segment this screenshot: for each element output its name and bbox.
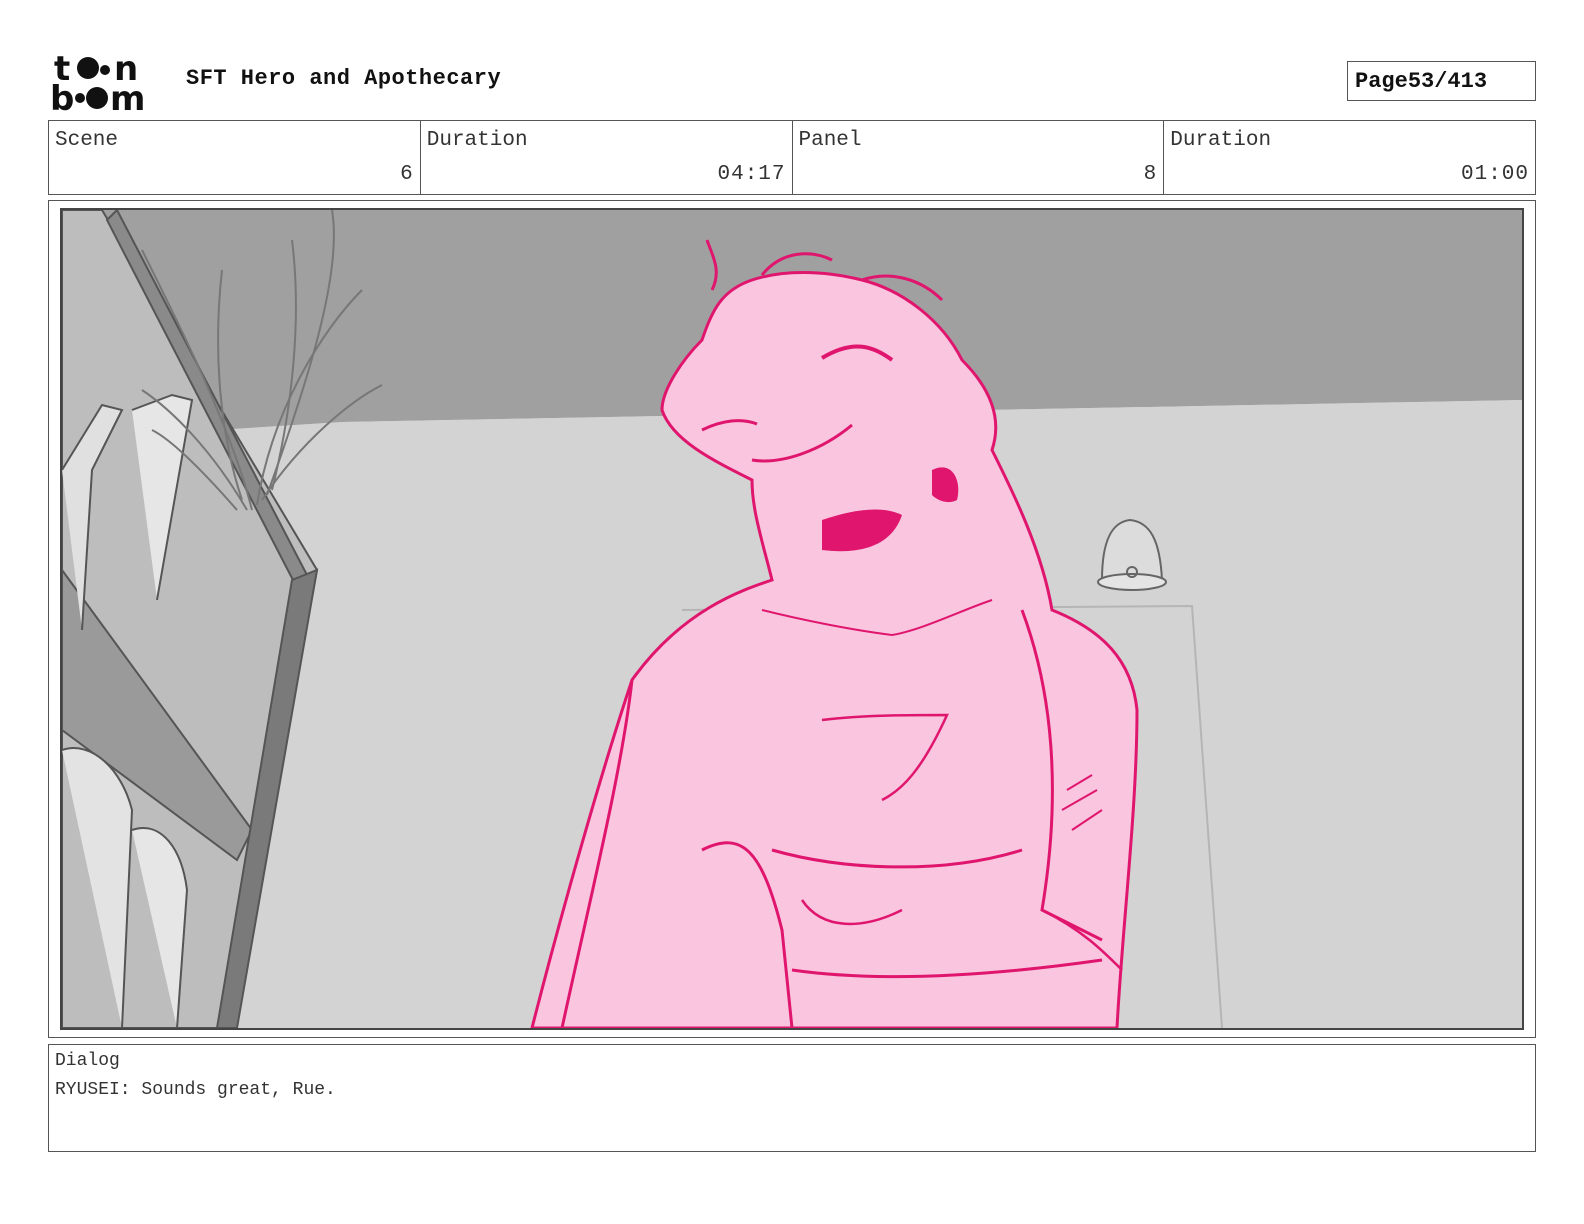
panel-duration-label: Duration <box>1170 129 1272 152</box>
scene-duration-cell: Duration 04:17 <box>421 121 793 194</box>
dialog-text: RYUSEI: Sounds great, Rue. <box>55 1080 336 1100</box>
panel-duration-value: 01:00 <box>1460 163 1529 186</box>
toon-boom-logo: t n b m <box>50 50 145 114</box>
scene-duration-value: 04:17 <box>717 163 786 186</box>
panel-cell: Panel 8 <box>793 121 1165 194</box>
scene-label: Scene <box>55 129 119 152</box>
page-label: Page <box>1355 68 1408 94</box>
dialog-label: Dialog <box>55 1051 120 1071</box>
page-indicator: Page 53/413 <box>1347 61 1536 101</box>
svg-text:m: m <box>110 79 145 114</box>
scene-cell: Scene 6 <box>49 121 421 194</box>
storyboard-sketch <box>62 210 1522 1028</box>
panel-value: 8 <box>1143 163 1158 186</box>
panel-info-row: Scene 6 Duration 04:17 Panel 8 Duration … <box>48 120 1536 195</box>
panel-label: Panel <box>798 129 862 152</box>
scene-value: 6 <box>400 163 414 186</box>
page-number: 53/413 <box>1407 68 1488 94</box>
svg-text:b: b <box>50 79 74 114</box>
panel-drawing <box>60 208 1524 1030</box>
panel-duration-cell: Duration 01:00 <box>1164 121 1535 194</box>
project-title: SFT Hero and Apothecary <box>186 66 502 91</box>
scene-duration-label: Duration <box>426 129 528 152</box>
dialog-box: Dialog RYUSEI: Sounds great, Rue. <box>48 1044 1536 1152</box>
